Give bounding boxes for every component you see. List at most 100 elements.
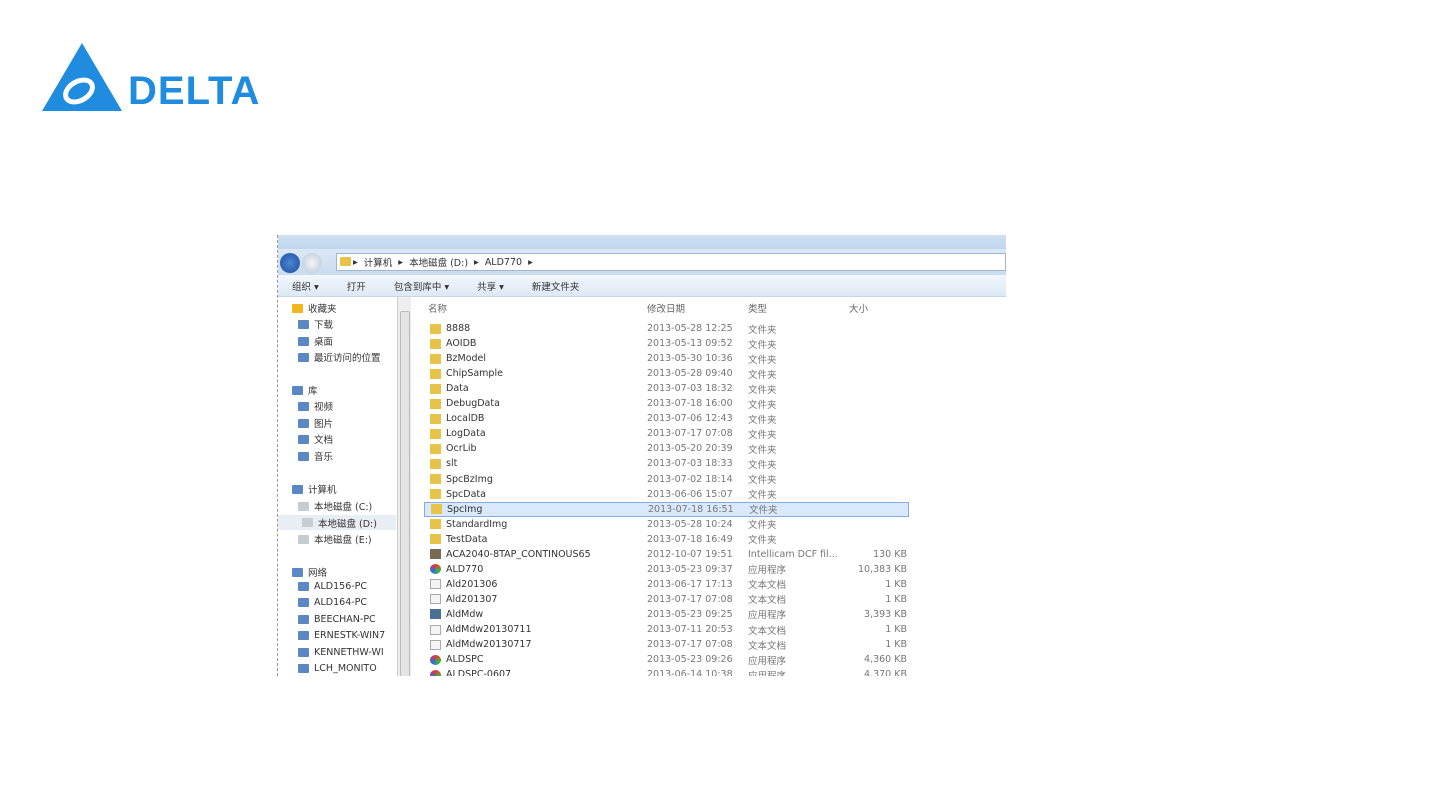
nav-item[interactable]: 计算机 [292, 482, 337, 496]
file-name-cell: SpcBzImg [430, 474, 493, 485]
include-in-library-button[interactable]: 包含到库中 ▾ [394, 279, 449, 293]
nav-item[interactable]: 图片 [298, 416, 333, 430]
file-row[interactable]: Ald201306 2013-06-17 17:13 文本文档 1 KB [424, 577, 909, 592]
file-size: 4,370 KB [864, 669, 907, 676]
back-button[interactable] [280, 253, 300, 273]
file-row[interactable]: OcrLib 2013-05-20 20:39 文件夹 [424, 441, 909, 456]
pc-icon [298, 598, 309, 607]
nav-item[interactable]: 音乐 [298, 449, 333, 463]
nav-item[interactable]: ALD156-PC [298, 581, 367, 592]
nav-item[interactable]: 桌面 [298, 334, 333, 348]
nav-item[interactable]: ALD164-PC [298, 597, 367, 608]
file-name: Data [446, 383, 469, 395]
file-row[interactable]: AOIDB 2013-05-13 09:52 文件夹 [424, 336, 909, 351]
file-date: 2013-07-18 16:51 [648, 503, 734, 515]
file-name: OcrLib [446, 443, 477, 455]
file-row[interactable]: LocalDB 2013-07-06 12:43 文件夹 [424, 411, 909, 426]
nav-item-label: 收藏夹 [308, 304, 337, 315]
share-button[interactable]: 共享 ▾ [477, 279, 504, 293]
file-type: 应用程序 [748, 565, 787, 577]
nav-item[interactable]: 本地磁盘 (D:) [278, 515, 396, 530]
open-button[interactable]: 打开 [347, 279, 366, 293]
file-name-cell: ALDSPC [430, 654, 484, 665]
file-row[interactable]: DebugData 2013-07-18 16:00 文件夹 [424, 396, 909, 411]
explorer-screenshot: ▸ 计算机 ▸ 本地磁盘 (D:) ▸ ALD770 ▸ 组织 ▾ 打开 包含到库中 … [277, 235, 1006, 676]
file-name-cell: ALD770 [430, 564, 483, 575]
file-name: StandardImg [446, 518, 508, 530]
file-name: SpcData [446, 488, 486, 500]
file-row[interactable]: AldMdw 2013-05-23 09:25 应用程序 3,393 KB [424, 607, 909, 622]
file-row[interactable]: 8888 2013-05-28 12:25 文件夹 [424, 321, 909, 336]
nav-item-label: 库 [308, 386, 318, 397]
file-name: ALDSPC-0607 [446, 669, 512, 676]
file-type: 文件夹 [748, 384, 777, 396]
organize-button[interactable]: 组织 ▾ [292, 279, 319, 293]
file-row[interactable]: AldMdw20130717 2013-07-17 07:08 文本文档 1 KB [424, 637, 909, 652]
file-row[interactable]: StandardImg 2013-05-28 10:24 文件夹 [424, 517, 909, 532]
file-date: 2013-05-13 09:52 [647, 338, 733, 350]
file-name: TestData [446, 533, 488, 545]
column-header-size[interactable]: 大小 [849, 301, 868, 315]
nav-item[interactable]: 本地磁盘 (E:) [298, 532, 372, 546]
file-date: 2013-05-23 09:26 [647, 654, 733, 666]
pc-icon [298, 615, 309, 624]
file-row[interactable]: ALD770 2013-05-23 09:37 应用程序 10,383 KB [424, 562, 909, 577]
file-row[interactable]: BzModel 2013-05-30 10:36 文件夹 [424, 351, 909, 366]
file-row[interactable]: ACA2040-8TAP_CONTINOUS65 2012-10-07 19:51… [424, 547, 909, 562]
nav-item[interactable]: 视频 [298, 399, 333, 413]
file-row[interactable]: ALDSPC-0607 2013-06-14 10:38 应用程序 4,370 KB [424, 667, 909, 676]
forward-button[interactable] [302, 253, 322, 273]
folder-icon [430, 428, 441, 439]
nav-item[interactable]: 网络 [292, 565, 327, 579]
file-row[interactable]: ChipSample 2013-05-28 09:40 文件夹 [424, 366, 909, 381]
column-header-date[interactable]: 修改日期 [647, 301, 685, 315]
nav-item[interactable]: 最近访问的位置 [298, 350, 381, 364]
file-row[interactable]: Data 2013-07-03 18:32 文件夹 [424, 381, 909, 396]
nav-item[interactable]: BEECHAN-PC [298, 614, 376, 625]
nav-item-label: 视频 [314, 402, 334, 413]
file-date: 2013-07-02 18:14 [647, 473, 733, 485]
file-row[interactable]: Ald201307 2013-07-17 07:08 文本文档 1 KB [424, 592, 909, 607]
file-row[interactable]: SpcData 2013-06-06 15:07 文件夹 [424, 487, 909, 502]
nav-item[interactable]: 本地磁盘 (C:) [298, 499, 372, 513]
nav-item-label: 图片 [314, 419, 334, 430]
file-row[interactable]: slt 2013-07-03 18:33 文件夹 [424, 456, 909, 471]
nav-item-label: 下载 [314, 320, 334, 331]
file-name: ALD770 [446, 563, 484, 575]
nav-item[interactable]: 收藏夹 [292, 301, 337, 315]
breadcrumb[interactable]: ▸ 计算机 ▸ 本地磁盘 (D:) ▸ ALD770 ▸ [336, 253, 1006, 271]
nav-item[interactable]: 下载 [298, 317, 333, 331]
file-name-cell: SpcImg [431, 504, 482, 515]
new-folder-button[interactable]: 新建文件夹 [532, 279, 580, 293]
file-row[interactable]: AldMdw20130711 2013-07-11 20:53 文本文档 1 KB [424, 622, 909, 637]
file-type: 文件夹 [748, 535, 777, 547]
file-name: AldMdw [446, 608, 484, 620]
nav-item-label: BEECHAN-PC [314, 614, 376, 625]
nav-item[interactable]: ERNESTK-WIN7 [298, 630, 385, 641]
breadcrumb-item[interactable]: 计算机 [364, 255, 393, 269]
breadcrumb-item[interactable]: ALD770 [485, 257, 522, 268]
file-row[interactable]: ALDSPC 2013-05-23 09:26 应用程序 4,360 KB [424, 652, 909, 667]
app-icon [430, 549, 441, 560]
folder-icon [431, 504, 442, 515]
file-row[interactable]: SpcImg 2013-07-18 16:51 文件夹 [424, 501, 909, 517]
nav-item[interactable]: 库 [292, 383, 318, 397]
nav-item[interactable]: KENNETHW-WI [298, 647, 384, 658]
column-header-name[interactable]: 名称 [428, 301, 447, 315]
file-name-cell: slt [430, 458, 457, 469]
nav-item[interactable]: LCH_MONITO [298, 663, 377, 674]
file-name-cell: StandardImg [430, 519, 507, 530]
file-row[interactable]: TestData 2013-07-18 16:49 文件夹 [424, 532, 909, 547]
scrollbar-thumb[interactable] [400, 311, 410, 676]
nav-item[interactable]: 文档 [298, 432, 333, 446]
file-type: 文件夹 [748, 520, 777, 532]
file-row[interactable]: SpcBzImg 2013-07-02 18:14 文件夹 [424, 472, 909, 487]
folder-icon [430, 368, 441, 379]
file-date: 2013-05-28 10:24 [647, 518, 733, 530]
file-size: 3,393 KB [864, 608, 907, 620]
breadcrumb-item[interactable]: 本地磁盘 (D:) [409, 255, 468, 269]
file-name-cell: Ald201306 [430, 579, 497, 590]
nav-scrollbar[interactable] [397, 297, 411, 676]
column-header-type[interactable]: 类型 [748, 301, 767, 315]
file-row[interactable]: LogData 2013-07-17 07:08 文件夹 [424, 426, 909, 441]
